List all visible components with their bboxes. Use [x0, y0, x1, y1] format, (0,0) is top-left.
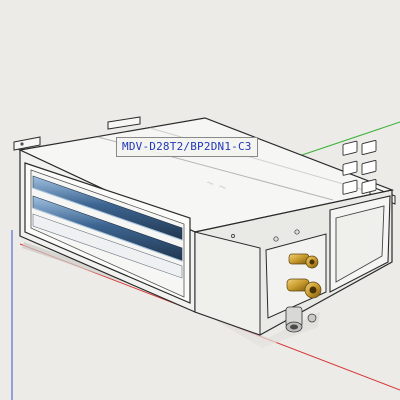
- gas-pipe-bore: [309, 286, 317, 294]
- mount-bracket-icon: [107, 116, 141, 130]
- screw-icon: [294, 229, 300, 235]
- vent-slot-icon: [342, 140, 358, 156]
- screw-icon: [231, 234, 235, 238]
- side-flange: [194, 231, 261, 336]
- drain-cap-icon: [307, 313, 317, 323]
- vent-slot-icon: [361, 160, 377, 175]
- model-scene[interactable]: ~ ~: [0, 0, 400, 400]
- liquid-pipe-bore: [309, 259, 315, 265]
- vent-slot-icon: [361, 140, 377, 155]
- viewport-canvas[interactable]: ~ ~ MDV-D28T2/BP2DN1-C3: [0, 0, 400, 400]
- mount-hole-icon: [20, 142, 24, 146]
- vent-slot-icon: [342, 160, 358, 176]
- model-tag-label[interactable]: MDV-D28T2/BP2DN1-C3: [116, 137, 258, 157]
- drain-pipe-bore: [290, 324, 298, 330]
- screw-icon: [273, 236, 279, 242]
